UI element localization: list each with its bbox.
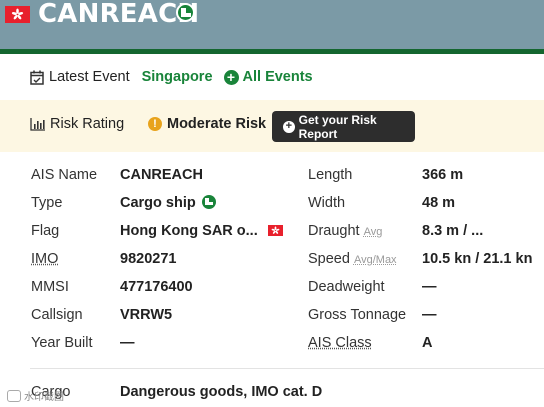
latest-event-label: Latest Event <box>49 69 130 85</box>
all-events-link[interactable]: All Events <box>243 69 313 85</box>
year-built-value: — <box>120 335 135 351</box>
draught-value: 8.3 m / ... <box>422 223 484 239</box>
ship-name-title: CANREACH <box>38 0 200 29</box>
section-divider <box>30 368 544 369</box>
ais-name-label: AIS Name <box>31 167 98 183</box>
header-accent-bar <box>0 49 544 54</box>
watermark-text: 水印截图 <box>24 392 64 403</box>
plus-circle-icon[interactable]: + <box>223 69 239 85</box>
screenshot-watermark: 水印截图 <box>7 388 64 403</box>
imo-value: 9820271 <box>120 251 177 267</box>
speed-value: 10.5 kn / 21.1 kn <box>422 251 533 267</box>
speed-label: Speed <box>308 251 350 267</box>
risk-rating-value: Moderate Risk <box>167 116 267 132</box>
get-risk-report-label: Get your Risk Report <box>298 112 377 141</box>
speed-label-group: Speed Avg/Max <box>308 251 397 267</box>
speed-avg-max-sublabel[interactable]: Avg/Max <box>354 254 397 266</box>
camera-icon <box>7 389 21 402</box>
deadweight-label: Deadweight <box>308 279 385 295</box>
hong-kong-flag-icon <box>267 224 283 236</box>
draught-label-group: Draught Avg <box>308 223 382 239</box>
gross-tonnage-label: Gross Tonnage <box>308 307 407 323</box>
latest-event-row: Latest Event Singapore + All Events <box>30 66 313 88</box>
ais-name-value: CANREACH <box>120 167 203 183</box>
draught-avg-sublabel[interactable]: Avg <box>364 226 383 238</box>
flag-label: Flag <box>31 223 60 239</box>
calendar-check-icon <box>30 70 44 85</box>
draught-label: Draught <box>308 223 360 239</box>
cargo-ship-icon <box>176 3 195 22</box>
callsign-value: VRRW5 <box>120 307 173 323</box>
risk-rating-value-group: ! Moderate Risk <box>148 116 266 132</box>
mmsi-label: MMSI <box>31 279 69 295</box>
length-label: Length <box>308 167 353 183</box>
ais-class-value: A <box>422 335 433 351</box>
flag-value-group: Hong Kong SAR o... <box>120 223 283 239</box>
type-label: Type <box>31 195 63 211</box>
warning-icon: ! <box>148 117 162 131</box>
type-value: Cargo ship <box>120 195 196 211</box>
length-value: 366 m <box>422 167 464 183</box>
risk-rating-label: Risk Rating <box>50 116 125 132</box>
hong-kong-flag-icon <box>5 6 30 23</box>
get-risk-report-button[interactable]: + Get your Risk Report <box>272 111 415 142</box>
latest-event-location-link[interactable]: Singapore <box>142 69 213 85</box>
width-label: Width <box>308 195 346 211</box>
deadweight-value: — <box>422 279 437 295</box>
plus-circle-icon: + <box>283 120 295 133</box>
width-value: 48 m <box>422 195 456 211</box>
cargo-ship-icon <box>201 195 216 210</box>
callsign-label: Callsign <box>31 307 83 323</box>
bar-chart-icon <box>30 117 45 131</box>
ais-class-label[interactable]: AIS Class <box>308 335 372 351</box>
imo-label[interactable]: IMO <box>31 251 58 267</box>
risk-rating-label-group: Risk Rating <box>30 116 124 132</box>
type-value-group: Cargo ship <box>120 195 216 211</box>
gross-tonnage-value: — <box>422 307 437 323</box>
year-built-label: Year Built <box>31 335 93 351</box>
flag-value: Hong Kong SAR o... <box>120 223 258 239</box>
cargo-value: Dangerous goods, IMO cat. D <box>120 384 323 400</box>
mmsi-value: 477176400 <box>120 279 193 295</box>
